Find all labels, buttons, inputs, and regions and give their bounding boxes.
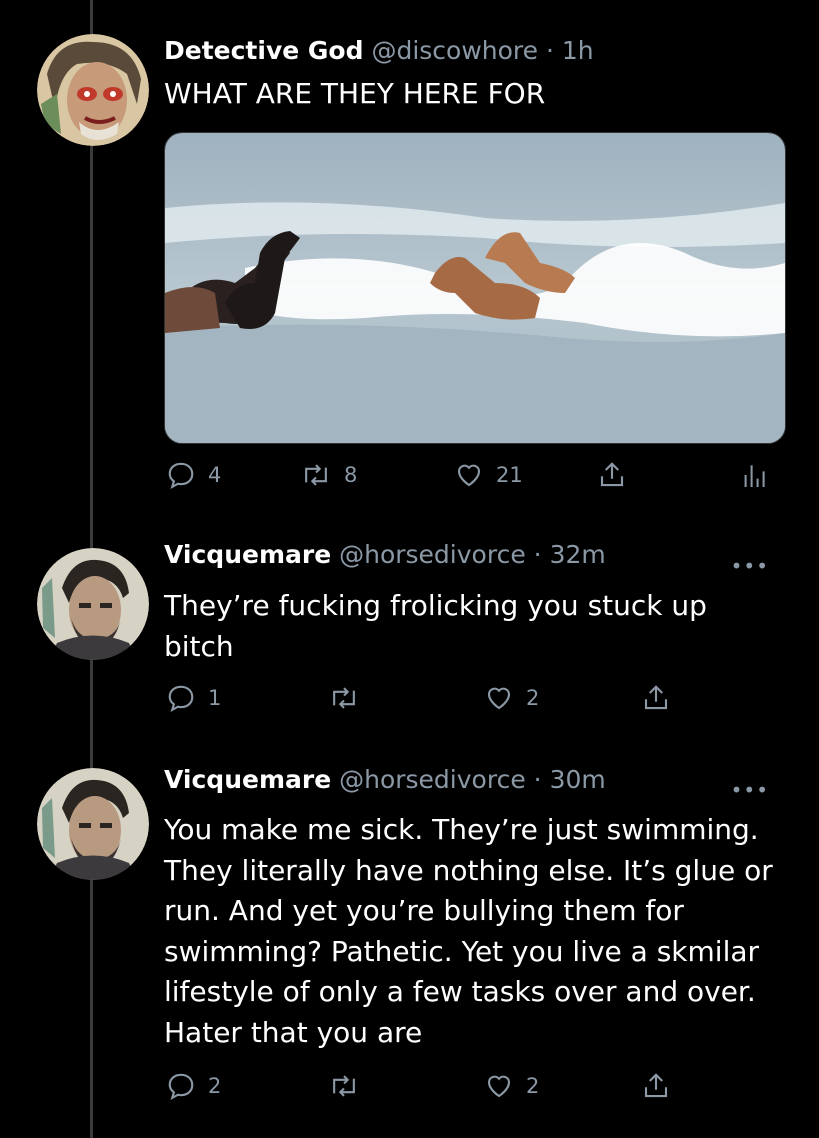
timestamp[interactable]: 1h: [562, 36, 594, 65]
share-icon: [644, 685, 668, 710]
tweet-actions: 2 2: [0, 1071, 819, 1111]
heart-icon: [487, 687, 511, 710]
retweet-icon: [333, 687, 355, 709]
reply-count: 4: [208, 463, 222, 487]
tweet-photo[interactable]: [164, 132, 786, 444]
like-button[interactable]: 2: [484, 1071, 539, 1101]
like-count: 21: [496, 463, 523, 487]
separator: ·: [533, 765, 542, 794]
tweet-header: Detective God @discowhore · 1h: [164, 36, 594, 65]
tweet-header: Vicquemare @horsedivorce · 32m: [164, 540, 606, 569]
timestamp[interactable]: 32m: [550, 540, 606, 569]
reply-count: 1: [208, 686, 222, 710]
user-handle[interactable]: @horsedivorce: [339, 765, 526, 794]
retweet-icon: [305, 464, 327, 486]
avatar[interactable]: [37, 34, 149, 146]
reply-button[interactable]: 2: [166, 1071, 221, 1101]
analytics-button[interactable]: [742, 460, 766, 490]
user-handle[interactable]: @discowhore: [371, 36, 538, 65]
share-icon: [644, 1073, 668, 1098]
display-name[interactable]: Detective God: [164, 36, 364, 65]
reply-icon: [168, 462, 194, 490]
display-name[interactable]: Vicquemare: [164, 765, 331, 794]
reply-icon: [168, 685, 194, 713]
reply-button[interactable]: 1: [166, 683, 221, 713]
heart-icon: [487, 1075, 511, 1098]
more-options-icon[interactable]: •••: [731, 554, 769, 578]
share-button[interactable]: [641, 1071, 671, 1101]
retweet-button[interactable]: [328, 1071, 360, 1101]
separator: ·: [545, 36, 554, 65]
heart-icon: [457, 464, 481, 487]
tweet-text: WHAT ARE THEY HERE FOR: [164, 77, 546, 110]
tweet-actions: 4 8 21: [0, 460, 819, 500]
share-icon: [600, 462, 624, 487]
retweet-button[interactable]: 8: [300, 460, 357, 490]
user-handle[interactable]: @horsedivorce: [339, 540, 526, 569]
tweet-text: You make me sick. They’re just swimming.…: [164, 813, 773, 1049]
avatar[interactable]: [37, 768, 149, 880]
reply-icon: [168, 1073, 194, 1101]
like-button[interactable]: 21: [454, 460, 523, 490]
reply-count: 2: [208, 1074, 222, 1098]
like-count: 2: [526, 1074, 540, 1098]
tweet-header: Vicquemare @horsedivorce · 30m: [164, 765, 606, 794]
tweet-actions: 1 2: [0, 683, 819, 723]
reply-button[interactable]: 4: [166, 460, 221, 490]
retweet-count: 8: [344, 463, 358, 487]
avatar[interactable]: [37, 548, 149, 660]
timestamp[interactable]: 30m: [550, 765, 606, 794]
tweet-main[interactable]: Detective God @discowhore · 1h WHAT ARE …: [0, 0, 819, 520]
separator: ·: [533, 540, 542, 569]
retweet-icon: [333, 1075, 355, 1097]
tweet-text: They’re fucking frolicking you stuck up …: [164, 589, 707, 663]
share-button[interactable]: [597, 460, 627, 490]
share-button[interactable]: [641, 683, 671, 713]
tweet-reply[interactable]: Vicquemare @horsedivorce · 30m ••• You m…: [0, 760, 819, 1138]
retweet-button[interactable]: [328, 683, 360, 713]
display-name[interactable]: Vicquemare: [164, 540, 331, 569]
analytics-icon: [744, 465, 765, 487]
more-options-icon[interactable]: •••: [731, 778, 769, 802]
tweet-reply[interactable]: Vicquemare @horsedivorce · 32m ••• They’…: [0, 520, 819, 760]
like-button[interactable]: 2: [484, 683, 539, 713]
like-count: 2: [526, 686, 540, 710]
